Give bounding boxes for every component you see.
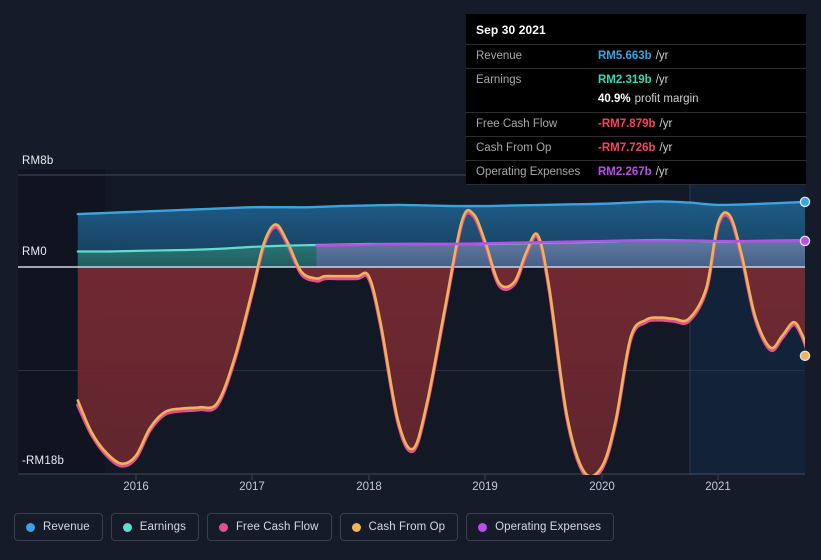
x-axis-tick-2016: 2016 — [123, 481, 149, 493]
tooltip-row-unit: /yr — [659, 142, 673, 154]
y-axis-label-zero: RM0 — [22, 246, 47, 258]
chart-legend: Revenue Earnings Free Cash Flow Cash From O… — [14, 513, 615, 541]
legend-item-operating-expenses[interactable]: Operating Expenses — [466, 513, 615, 541]
tooltip-row: Cash From Op -RM7.726b/yr — [466, 136, 806, 160]
x-axis-tick-2018: 2018 — [356, 481, 382, 493]
tooltip-rows: Revenue RM5.663b/yr Earnings RM2.319b/yr 40.… — [466, 44, 806, 184]
legend-color-dot-icon — [218, 522, 228, 532]
legend-item-earnings[interactable]: Earnings — [110, 513, 199, 541]
data-tooltip: Sep 30 2021 Revenue RM5.663b/yr Earnings RM… — [466, 14, 806, 185]
x-axis-tick-2020: 2020 — [589, 481, 615, 493]
tooltip-row-unit: /yr — [655, 50, 669, 62]
x-axis-tick-2017: 2017 — [239, 481, 265, 493]
tooltip-row-value: -RM7.726b — [598, 142, 656, 154]
tooltip-row-label: Free Cash Flow — [476, 118, 558, 130]
tooltip-row-label: Earnings — [476, 74, 522, 86]
x-axis-tick-2019: 2019 — [472, 481, 498, 493]
y-axis-label-top: RM8b — [22, 155, 54, 167]
financial-chart-widget: RM8b RM0 -RM18b 2016 2017 2018 2019 2020 2021… — [0, 0, 821, 560]
tooltip-row: Revenue RM5.663b/yr — [466, 44, 806, 68]
x-axis-tick-2021: 2021 — [705, 481, 731, 493]
tooltip-row: Earnings RM2.319b/yr — [466, 68, 806, 92]
y-axis-label-bottom: -RM18b — [22, 455, 65, 467]
legend-color-dot-icon — [478, 522, 488, 532]
tooltip-row-value: RM2.267b — [598, 166, 652, 178]
legend-item-label: Free Cash Flow — [235, 521, 319, 533]
legend-color-dot-icon — [122, 522, 132, 532]
tooltip-date: Sep 30 2021 — [476, 23, 546, 37]
tooltip-row-unit: /yr — [659, 118, 673, 130]
tooltip-row: Operating Expenses RM2.267b/yr — [466, 160, 806, 184]
tooltip-row-unit: /yr — [655, 166, 669, 178]
legend-color-dot-icon — [26, 522, 35, 532]
tooltip-row-label: Revenue — [476, 50, 523, 62]
tooltip-row-unit: profit margin — [634, 93, 699, 105]
legend-item-revenue[interactable]: Revenue — [14, 513, 103, 541]
tooltip-footer-rule — [466, 184, 806, 185]
legend-item-free-cash-flow[interactable]: Free Cash Flow — [206, 513, 332, 541]
tooltip-row-label: Operating Expenses — [476, 166, 581, 178]
tooltip-row-label: Cash From Op — [476, 142, 552, 154]
tooltip-row-value: 40.9% — [598, 93, 631, 105]
legend-item-cash-from-op[interactable]: Cash From Op — [339, 513, 459, 541]
tooltip-row: 40.9% profit margin — [466, 92, 806, 112]
tooltip-row-value: RM5.663b — [598, 50, 652, 62]
legend-color-dot-icon — [351, 522, 361, 532]
legend-item-label: Operating Expenses — [495, 521, 602, 533]
tooltip-row-value: RM2.319b — [598, 74, 652, 86]
legend-item-label: Revenue — [43, 521, 90, 533]
tooltip-row: Free Cash Flow -RM7.879b/yr — [466, 112, 806, 136]
legend-item-label: Cash From Op — [368, 521, 446, 533]
tooltip-row-value: -RM7.879b — [598, 118, 656, 130]
legend-item-label: Earnings — [139, 521, 186, 533]
tooltip-row-unit: /yr — [655, 74, 669, 86]
